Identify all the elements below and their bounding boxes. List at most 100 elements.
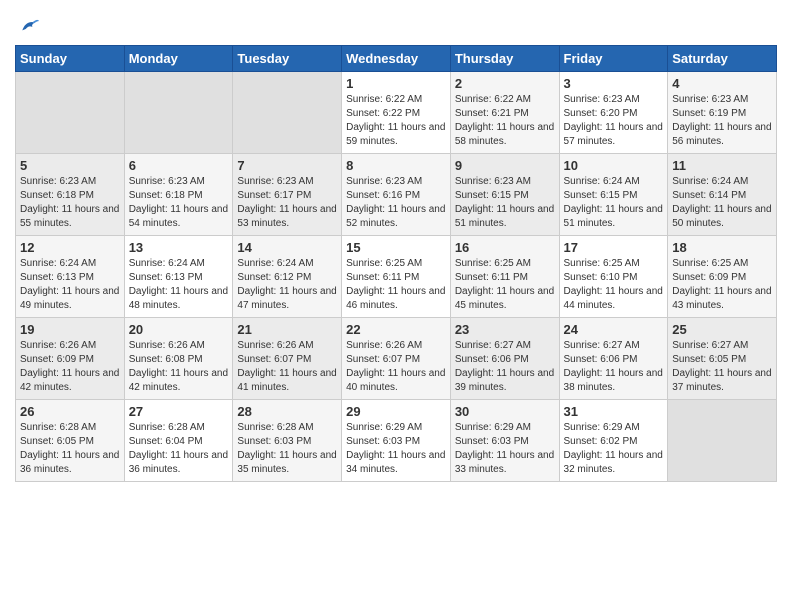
day-number: 7 [237,158,337,173]
weekday-header-sunday: Sunday [16,46,125,72]
calendar-cell: 26 Sunrise: 6:28 AMSunset: 6:05 PMDayligh… [16,400,125,482]
calendar-cell: 31 Sunrise: 6:29 AMSunset: 6:02 PMDayligh… [559,400,668,482]
day-info: Sunrise: 6:23 AMSunset: 6:20 PMDaylight:… [564,93,664,149]
calendar-cell: 2 Sunrise: 6:22 AMSunset: 6:21 PMDaylight… [450,72,559,154]
day-info: Sunrise: 6:25 AMSunset: 6:10 PMDaylight:… [564,257,664,313]
day-info: Sunrise: 6:23 AMSunset: 6:19 PMDaylight:… [672,93,772,149]
day-number: 1 [346,76,446,91]
day-number: 18 [672,240,772,255]
day-info: Sunrise: 6:26 AMSunset: 6:07 PMDaylight:… [346,339,446,395]
weekday-header-friday: Friday [559,46,668,72]
day-info: Sunrise: 6:25 AMSunset: 6:09 PMDaylight:… [672,257,772,313]
day-info: Sunrise: 6:23 AMSunset: 6:15 PMDaylight:… [455,175,555,231]
day-info: Sunrise: 6:28 AMSunset: 6:05 PMDaylight:… [20,421,120,477]
day-info: Sunrise: 6:26 AMSunset: 6:08 PMDaylight:… [129,339,229,395]
calendar-week-row: 19 Sunrise: 6:26 AMSunset: 6:09 PMDayligh… [16,318,777,400]
day-number: 6 [129,158,229,173]
day-number: 19 [20,322,120,337]
calendar-cell [124,72,233,154]
calendar-cell: 10 Sunrise: 6:24 AMSunset: 6:15 PMDayligh… [559,154,668,236]
day-number: 13 [129,240,229,255]
day-number: 26 [20,404,120,419]
day-number: 20 [129,322,229,337]
day-number: 8 [346,158,446,173]
day-number: 24 [564,322,664,337]
calendar-cell: 6 Sunrise: 6:23 AMSunset: 6:18 PMDaylight… [124,154,233,236]
calendar-cell: 8 Sunrise: 6:23 AMSunset: 6:16 PMDaylight… [342,154,451,236]
day-number: 29 [346,404,446,419]
day-info: Sunrise: 6:27 AMSunset: 6:05 PMDaylight:… [672,339,772,395]
weekday-header-tuesday: Tuesday [233,46,342,72]
day-info: Sunrise: 6:27 AMSunset: 6:06 PMDaylight:… [564,339,664,395]
calendar-cell: 20 Sunrise: 6:26 AMSunset: 6:08 PMDayligh… [124,318,233,400]
day-info: Sunrise: 6:24 AMSunset: 6:12 PMDaylight:… [237,257,337,313]
calendar-cell [16,72,125,154]
calendar-week-row: 1Sunrise: 6:22 AMSunset: 6:22 PMDaylight… [16,72,777,154]
day-number: 31 [564,404,664,419]
day-info: Sunrise: 6:27 AMSunset: 6:06 PMDaylight:… [455,339,555,395]
day-info: Sunrise: 6:23 AMSunset: 6:17 PMDaylight:… [237,175,337,231]
calendar-cell: 18 Sunrise: 6:25 AMSunset: 6:09 PMDayligh… [668,236,777,318]
day-number: 17 [564,240,664,255]
day-info: Sunrise: 6:24 AMSunset: 6:13 PMDaylight:… [129,257,229,313]
day-info: Sunrise: 6:29 AMSunset: 6:02 PMDaylight:… [564,421,664,477]
day-info: Sunrise: 6:26 AMSunset: 6:07 PMDaylight:… [237,339,337,395]
day-number: 14 [237,240,337,255]
day-info: Sunrise: 6:23 AMSunset: 6:16 PMDaylight:… [346,175,446,231]
calendar-cell: 13 Sunrise: 6:24 AMSunset: 6:13 PMDayligh… [124,236,233,318]
day-info: Sunrise: 6:29 AMSunset: 6:03 PMDaylight:… [455,421,555,477]
day-number: 4 [672,76,772,91]
calendar-cell: 14 Sunrise: 6:24 AMSunset: 6:12 PMDayligh… [233,236,342,318]
calendar-cell [233,72,342,154]
day-number: 3 [564,76,664,91]
day-number: 21 [237,322,337,337]
day-number: 16 [455,240,555,255]
weekday-header-saturday: Saturday [668,46,777,72]
logo [15,15,39,37]
day-info: Sunrise: 6:26 AMSunset: 6:09 PMDaylight:… [20,339,120,395]
day-info: Sunrise: 6:28 AMSunset: 6:04 PMDaylight:… [129,421,229,477]
calendar-cell: 24 Sunrise: 6:27 AMSunset: 6:06 PMDayligh… [559,318,668,400]
day-info: Sunrise: 6:25 AMSunset: 6:11 PMDaylight:… [346,257,446,313]
calendar-cell: 1Sunrise: 6:22 AMSunset: 6:22 PMDaylight… [342,72,451,154]
day-number: 11 [672,158,772,173]
calendar-table: SundayMondayTuesdayWednesdayThursdayFrid… [15,45,777,482]
calendar-cell: 3 Sunrise: 6:23 AMSunset: 6:20 PMDaylight… [559,72,668,154]
day-info: Sunrise: 6:29 AMSunset: 6:03 PMDaylight:… [346,421,446,477]
day-number: 27 [129,404,229,419]
logo-bird-icon [19,17,39,37]
day-number: 15 [346,240,446,255]
weekday-header-thursday: Thursday [450,46,559,72]
weekday-header-row: SundayMondayTuesdayWednesdayThursdayFrid… [16,46,777,72]
calendar-cell: 25 Sunrise: 6:27 AMSunset: 6:05 PMDayligh… [668,318,777,400]
weekday-header-monday: Monday [124,46,233,72]
calendar-cell: 4 Sunrise: 6:23 AMSunset: 6:19 PMDaylight… [668,72,777,154]
day-number: 2 [455,76,555,91]
day-info: Sunrise: 6:23 AMSunset: 6:18 PMDaylight:… [20,175,120,231]
calendar-cell: 30Sunrise: 6:29 AMSunset: 6:03 PMDayligh… [450,400,559,482]
day-number: 25 [672,322,772,337]
day-info: Sunrise: 6:22 AMSunset: 6:21 PMDaylight:… [455,93,555,149]
day-number: 28 [237,404,337,419]
calendar-cell [668,400,777,482]
calendar-week-row: 26 Sunrise: 6:28 AMSunset: 6:05 PMDayligh… [16,400,777,482]
calendar-cell: 29 Sunrise: 6:29 AMSunset: 6:03 PMDayligh… [342,400,451,482]
weekday-header-wednesday: Wednesday [342,46,451,72]
calendar-cell: 23 Sunrise: 6:27 AMSunset: 6:06 PMDayligh… [450,318,559,400]
day-number: 9 [455,158,555,173]
calendar-cell: 9 Sunrise: 6:23 AMSunset: 6:15 PMDaylight… [450,154,559,236]
day-info: Sunrise: 6:24 AMSunset: 6:14 PMDaylight:… [672,175,772,231]
calendar-cell: 28Sunrise: 6:28 AMSunset: 6:03 PMDayligh… [233,400,342,482]
day-info: Sunrise: 6:23 AMSunset: 6:18 PMDaylight:… [129,175,229,231]
calendar-cell: 19 Sunrise: 6:26 AMSunset: 6:09 PMDayligh… [16,318,125,400]
day-info: Sunrise: 6:24 AMSunset: 6:15 PMDaylight:… [564,175,664,231]
calendar-cell: 17 Sunrise: 6:25 AMSunset: 6:10 PMDayligh… [559,236,668,318]
calendar-cell: 15 Sunrise: 6:25 AMSunset: 6:11 PMDayligh… [342,236,451,318]
day-number: 12 [20,240,120,255]
calendar-week-row: 12 Sunrise: 6:24 AMSunset: 6:13 PMDayligh… [16,236,777,318]
day-number: 23 [455,322,555,337]
calendar-cell: 7 Sunrise: 6:23 AMSunset: 6:17 PMDaylight… [233,154,342,236]
calendar-cell: 12Sunrise: 6:24 AMSunset: 6:13 PMDayligh… [16,236,125,318]
day-number: 10 [564,158,664,173]
calendar-cell: 22Sunrise: 6:26 AMSunset: 6:07 PMDayligh… [342,318,451,400]
